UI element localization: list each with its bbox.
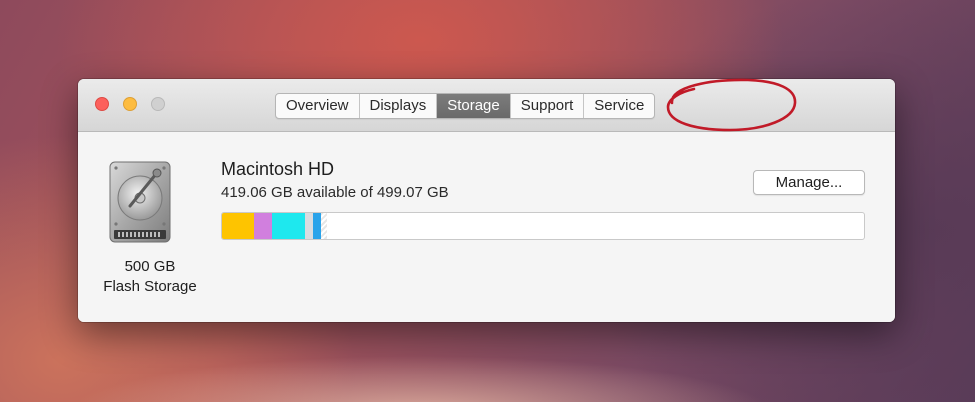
storage-panel: 500 GB Flash Storage Macintosh HD 419.06… — [78, 132, 895, 322]
tab-overview[interactable]: Overview — [276, 94, 360, 118]
hard-drive-icon — [109, 161, 171, 243]
volume-available-space: 419.06 GB available of 499.07 GB — [221, 184, 449, 201]
usage-segment-yellow — [222, 213, 255, 239]
usage-segment-other — [320, 213, 327, 239]
title-bar: Overview Displays Storage Support Servic… — [78, 79, 895, 132]
close-window-button[interactable] — [95, 97, 109, 111]
usage-segment-purple — [254, 213, 273, 239]
tab-service[interactable]: Service — [584, 94, 654, 118]
disk-capacity: 500 GB — [124, 258, 176, 275]
minimize-window-button[interactable] — [123, 97, 137, 111]
usage-segment-blue — [313, 213, 321, 239]
storage-usage-bar — [221, 212, 865, 240]
tab-support[interactable]: Support — [511, 94, 585, 118]
zoom-window-button[interactable] — [151, 97, 165, 111]
usage-segment-cyan — [272, 213, 306, 239]
tab-displays[interactable]: Displays — [360, 94, 438, 118]
desktop-glow — [0, 312, 975, 402]
disk-caption: 500 GB Flash Storage — [88, 257, 212, 297]
manage-button[interactable]: Manage... — [753, 170, 865, 195]
about-this-mac-window: Overview Displays Storage Support Servic… — [78, 79, 895, 322]
usage-segment-light-gray — [305, 213, 314, 239]
disk-type: Flash Storage — [103, 278, 197, 295]
tab-storage[interactable]: Storage — [437, 94, 511, 118]
tab-bar: Overview Displays Storage Support Servic… — [275, 93, 656, 119]
volume-name: Macintosh HD — [221, 159, 335, 179]
